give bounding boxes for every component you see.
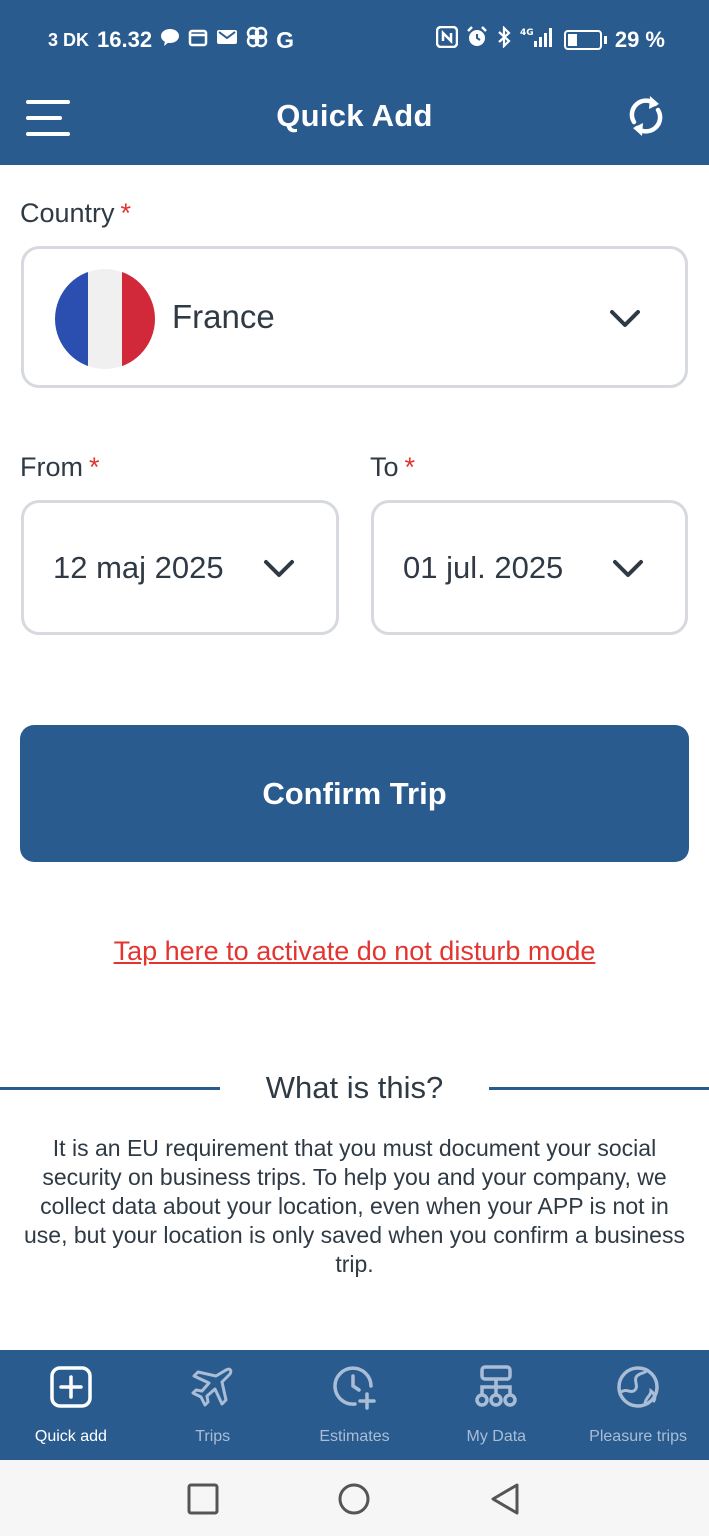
france-flag-icon (55, 269, 155, 369)
country-label: Country * (20, 198, 131, 229)
nav-label: Estimates (319, 1428, 390, 1445)
to-date-value: 01 jul. 2025 (403, 550, 564, 585)
nav-label: Pleasure trips (589, 1428, 687, 1445)
nav-trips[interactable]: Trips (142, 1350, 284, 1460)
status-bar: 3 DK 16.32 G 4G 29 % (0, 0, 709, 80)
nav-estimates[interactable]: Estimates (284, 1350, 426, 1460)
status-right: 4G 29 % (435, 25, 665, 54)
from-label-text: From (20, 452, 83, 482)
dnd-mode-link[interactable]: Tap here to activate do not disturb mode (0, 936, 709, 967)
info-body: It is an EU requirement that you must do… (24, 1135, 685, 1277)
fan-icon (246, 26, 268, 54)
chevron-down-icon (262, 557, 296, 581)
system-nav-bar (0, 1460, 709, 1536)
airplane-icon (190, 1364, 236, 1410)
clock-plus-icon (331, 1364, 377, 1410)
country-select[interactable]: France (21, 246, 688, 388)
from-date-select[interactable]: 12 maj 2025 (21, 500, 339, 635)
to-date-select[interactable]: 01 jul. 2025 (371, 500, 688, 635)
nfc-icon (435, 25, 459, 54)
plus-square-icon (48, 1364, 94, 1410)
required-mark: * (404, 452, 416, 482)
nav-pleasure-trips[interactable]: Pleasure trips (567, 1350, 709, 1460)
refresh-icon[interactable] (622, 92, 670, 140)
signal-4g-icon: 4G (520, 26, 556, 54)
app-header: 3 DK 16.32 G 4G 29 % Quick Add (0, 0, 709, 165)
app-bar: Quick Add (0, 80, 709, 165)
page-title: Quick Add (276, 98, 433, 133)
calendar-icon (188, 27, 208, 53)
nav-label: Trips (195, 1428, 231, 1445)
alarm-icon (466, 26, 488, 54)
nav-quick-add[interactable]: Quick add (0, 1350, 142, 1460)
bottom-nav: Quick add Trips Estimates My Data Pleasu… (0, 1350, 709, 1460)
recents-square-icon[interactable] (186, 1482, 220, 1516)
globe-icon (615, 1364, 661, 1410)
battery-cap (603, 36, 607, 44)
google-icon: G (276, 26, 294, 53)
status-time: 16.32 (97, 27, 153, 52)
info-title: What is this? (265, 1070, 444, 1105)
nav-label: My Data (466, 1428, 527, 1445)
to-label-text: To (370, 452, 399, 482)
chevron-down-icon (608, 307, 642, 331)
bluetooth-icon (496, 25, 512, 54)
chat-bubble-icon (160, 28, 180, 52)
nav-label: Quick add (34, 1428, 107, 1445)
battery-icon (563, 30, 602, 50)
svg-text:4G: 4G (520, 28, 534, 38)
battery-percent: 29 % (614, 27, 665, 52)
back-triangle-icon[interactable] (488, 1482, 522, 1516)
status-left: 3 DK 16.32 G (48, 26, 294, 54)
sitemap-icon (473, 1364, 519, 1410)
nav-my-data[interactable]: My Data (425, 1350, 567, 1460)
chevron-down-icon (611, 557, 645, 581)
carrier-text: 3 DK (48, 29, 90, 50)
country-value: France (172, 298, 275, 335)
required-mark: * (120, 198, 132, 228)
from-label: From * (20, 452, 100, 483)
required-mark: * (89, 452, 100, 482)
from-date-value: 12 maj 2025 (53, 550, 224, 585)
mail-icon (216, 28, 238, 52)
country-label-text: Country (20, 198, 115, 228)
to-label: To * (370, 452, 415, 483)
home-circle-icon[interactable] (337, 1482, 371, 1516)
confirm-trip-button[interactable]: Confirm Trip (20, 725, 689, 862)
